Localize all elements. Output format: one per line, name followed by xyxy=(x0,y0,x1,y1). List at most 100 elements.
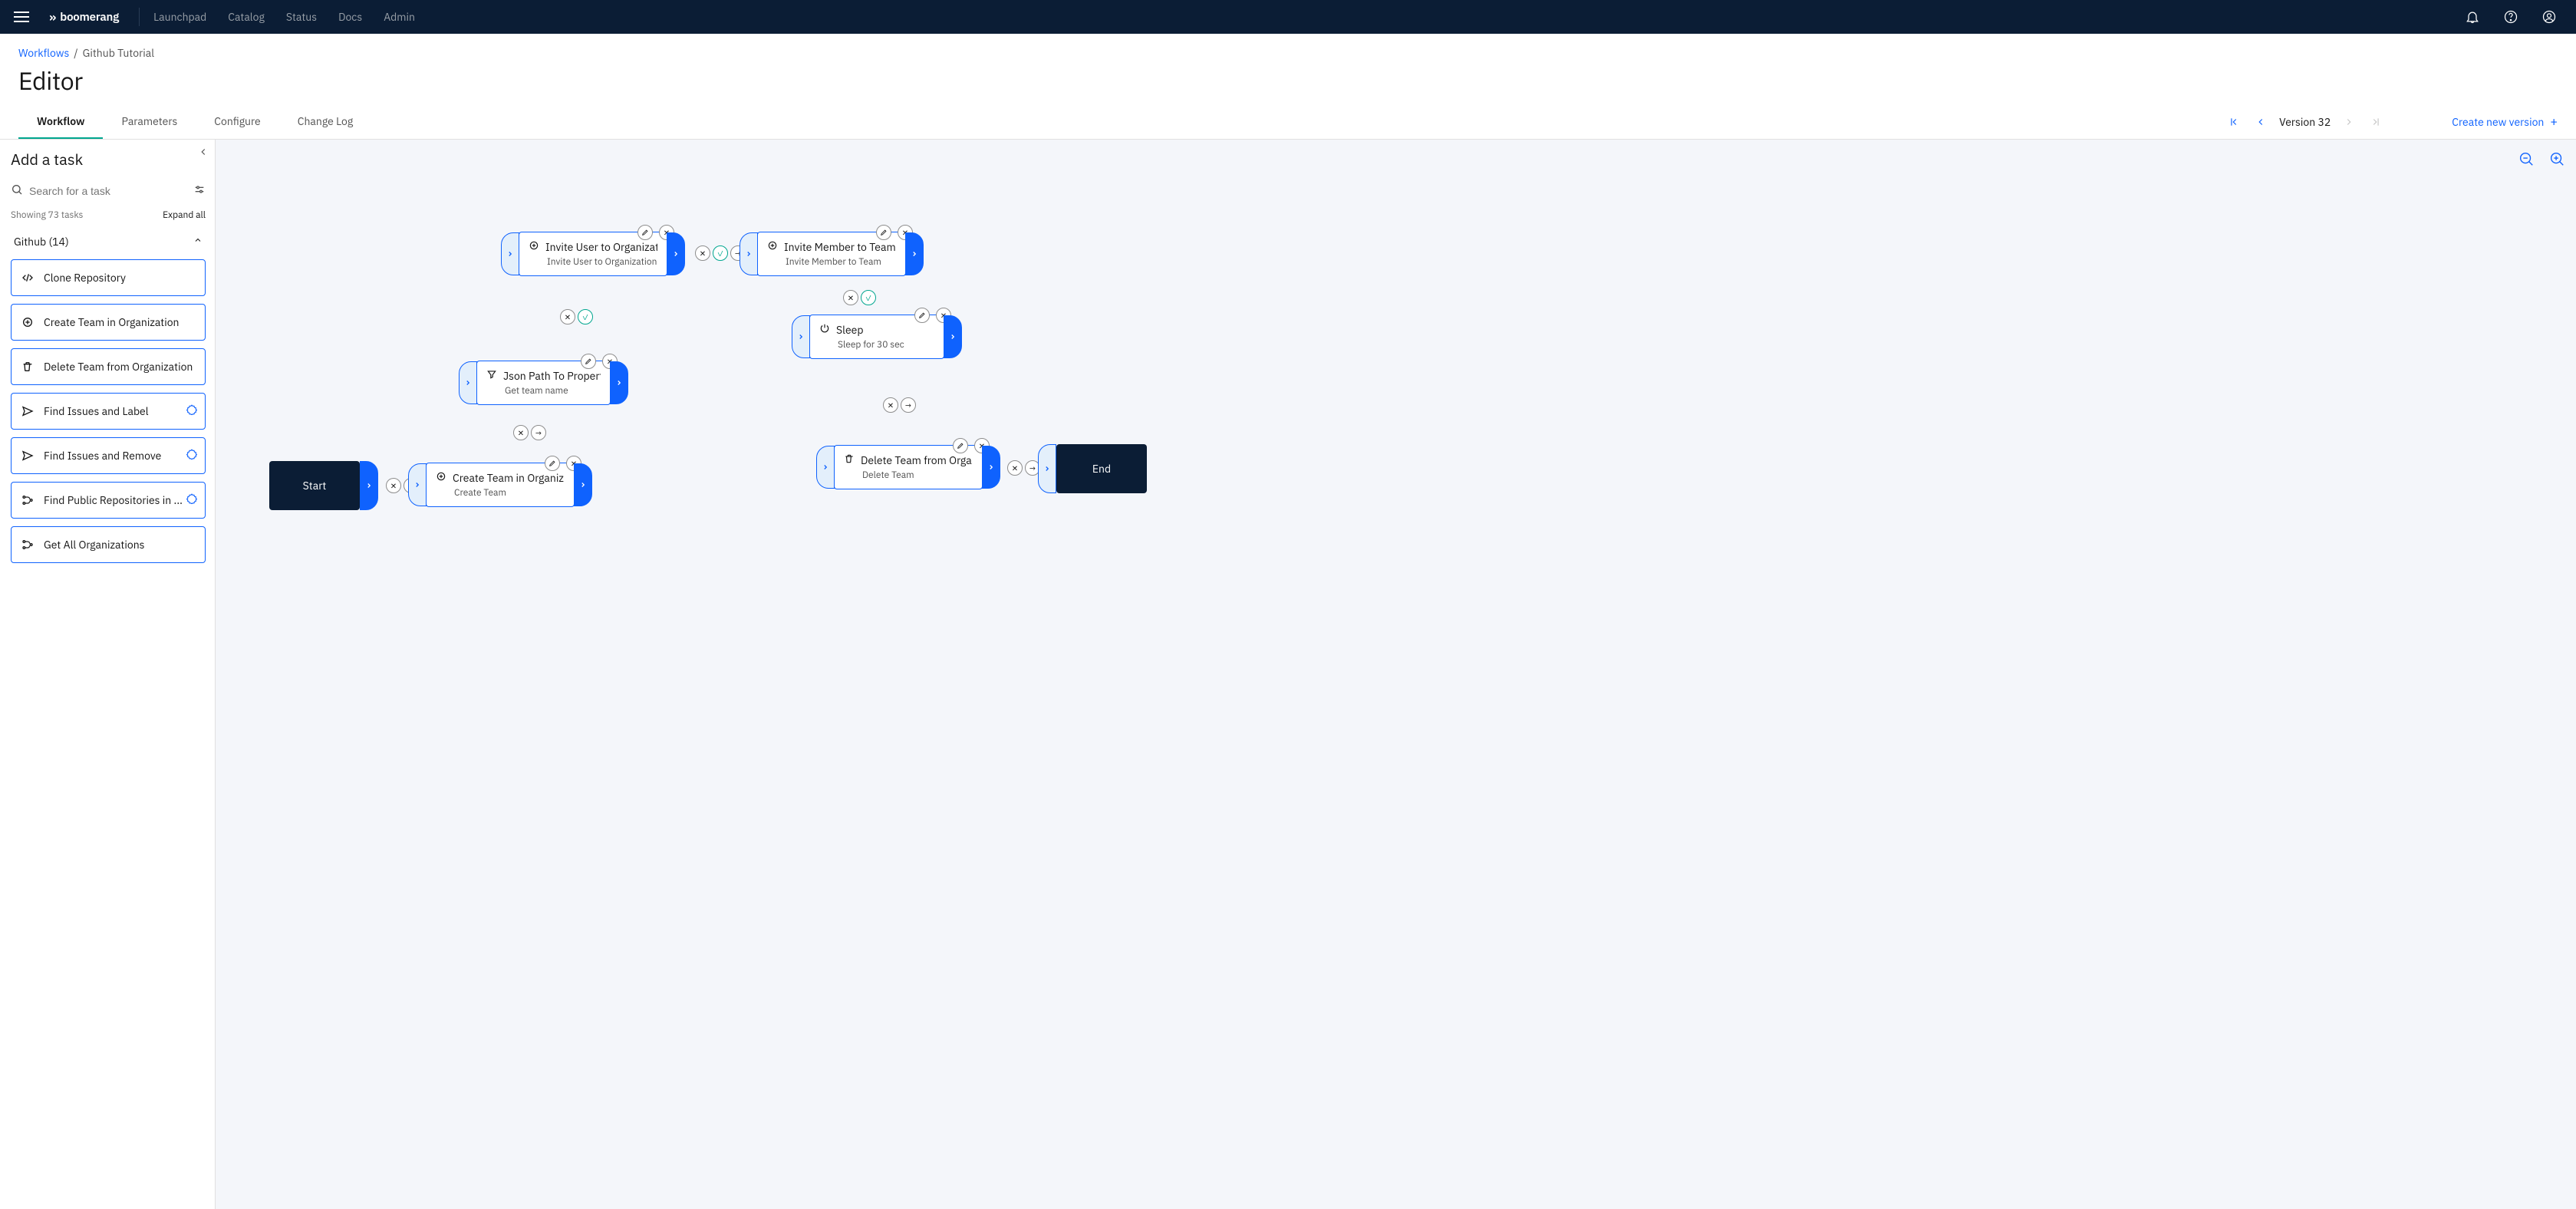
task-label: Delete Team from Organization xyxy=(44,360,193,374)
task-label: Find Issues and Remove xyxy=(44,449,161,463)
port-out[interactable] xyxy=(360,461,378,510)
nav-link-docs[interactable]: Docs xyxy=(338,10,362,24)
brand[interactable]: » boomerang xyxy=(43,8,125,25)
add-circle-icon xyxy=(529,240,539,254)
tab-workflow[interactable]: Workflow xyxy=(18,104,103,139)
create-version-button[interactable]: Create new version + xyxy=(2452,114,2558,130)
node-invite-org[interactable]: ✕ Invite User to Organizat... Invite Use… xyxy=(519,232,667,276)
task-label: Find Public Repositories in ... xyxy=(44,493,183,507)
node-edit-button[interactable] xyxy=(545,456,560,471)
link-ctrl-inviteorg-inviteteam: ✕ ✓ → xyxy=(695,245,746,261)
account-button[interactable] xyxy=(2535,2,2564,31)
nav-link-admin[interactable]: Admin xyxy=(384,10,415,24)
notifications-button[interactable] xyxy=(2458,2,2487,31)
link-success-button[interactable]: ✓ xyxy=(578,309,593,324)
node-start[interactable]: Start xyxy=(269,461,360,510)
link-delete-button[interactable]: ✕ xyxy=(513,425,529,440)
node-end-label: End xyxy=(1092,462,1111,476)
link-success-button[interactable]: ✓ xyxy=(713,245,728,261)
port-out[interactable] xyxy=(982,446,1000,489)
port-out[interactable] xyxy=(905,232,924,275)
skip-forward-icon xyxy=(2370,117,2380,127)
zoom-in-button[interactable] xyxy=(2548,150,2565,167)
node-edit-button[interactable] xyxy=(637,225,653,240)
link-delete-button[interactable]: ✕ xyxy=(883,397,898,413)
node-sleep[interactable]: ✕ Sleep Sleep for 30 sec xyxy=(809,315,944,359)
task-item-find-issues-label[interactable]: Find Issues and Label xyxy=(11,393,206,430)
version-prev-button[interactable] xyxy=(2253,117,2268,127)
nav-link-status[interactable]: Status xyxy=(286,10,317,24)
nav-links: Launchpad Catalog Status Docs Admin xyxy=(153,10,415,24)
workflow-canvas[interactable]: Start ✕ → ✕ Create Team in Organiz... Cr… xyxy=(216,140,2576,1209)
node-create-team[interactable]: ✕ Create Team in Organiz... Create Team xyxy=(426,463,575,507)
node-invite-team[interactable]: ✕ Invite Member to Team Invite Member to… xyxy=(757,232,906,276)
port-in[interactable] xyxy=(816,446,835,489)
zoom-out-button[interactable] xyxy=(2518,150,2535,167)
hamburger-button[interactable] xyxy=(6,2,37,32)
filter-settings-button[interactable] xyxy=(193,183,206,199)
node-edit-button[interactable] xyxy=(953,438,968,453)
sidebar-search xyxy=(11,180,206,202)
zoom-in-icon xyxy=(2548,150,2565,167)
create-version-label: Create new version xyxy=(2452,115,2544,129)
port-in[interactable] xyxy=(501,232,519,275)
node-edit-button[interactable] xyxy=(914,308,930,323)
expand-all-button[interactable]: Expand all xyxy=(163,209,206,221)
help-button[interactable] xyxy=(2496,2,2525,31)
port-in[interactable] xyxy=(792,315,810,358)
node-json-path[interactable]: ✕ Json Path To Property Get team name xyxy=(476,361,611,405)
task-item-create-team[interactable]: Create Team in Organization xyxy=(11,304,206,341)
port-out[interactable] xyxy=(610,361,628,404)
nav-link-catalog[interactable]: Catalog xyxy=(228,10,265,24)
task-label: Find Issues and Label xyxy=(44,404,149,418)
search-input[interactable] xyxy=(11,180,187,202)
help-icon xyxy=(2503,9,2518,25)
task-item-find-issues-remove[interactable]: Find Issues and Remove xyxy=(11,437,206,474)
version-first-button[interactable] xyxy=(2227,117,2242,127)
port-out[interactable] xyxy=(574,463,592,506)
link-ctrl-sleep-delete: ✕ → xyxy=(883,397,916,413)
link-delete-button[interactable]: ✕ xyxy=(560,309,575,324)
filter-icon xyxy=(486,369,497,383)
body: Add a task Showing 73 tasks Expand all G… xyxy=(0,140,2576,1209)
task-sidebar: Add a task Showing 73 tasks Expand all G… xyxy=(0,140,216,1209)
task-item-clone-repository[interactable]: Clone Repository xyxy=(11,259,206,296)
port-out[interactable] xyxy=(944,315,962,358)
task-item-get-all-orgs[interactable]: Get All Organizations xyxy=(11,526,206,563)
tab-parameters[interactable]: Parameters xyxy=(103,104,196,139)
task-label: Clone Repository xyxy=(44,271,126,285)
verified-badge-icon xyxy=(186,449,197,463)
link-continue-button[interactable]: → xyxy=(531,425,546,440)
node-edit-button[interactable] xyxy=(876,225,891,240)
port-in[interactable] xyxy=(408,463,427,506)
page-title: Editor xyxy=(18,64,2558,97)
sidebar-category-github[interactable]: Github (14) xyxy=(11,229,206,255)
chevron-left-icon xyxy=(2255,117,2266,127)
breadcrumb-root[interactable]: Workflows xyxy=(18,46,69,60)
nav-link-launchpad[interactable]: Launchpad xyxy=(153,10,206,24)
link-delete-button[interactable]: ✕ xyxy=(1007,460,1023,476)
node-delete-team[interactable]: ✕ Delete Team from Orga... Delete Team xyxy=(834,445,983,489)
version-last-button[interactable] xyxy=(2367,117,2383,127)
brand-text: boomerang xyxy=(60,10,119,25)
port-out[interactable] xyxy=(667,232,685,275)
port-in[interactable] xyxy=(740,232,758,275)
brand-logo-icon: » xyxy=(49,8,55,25)
tab-changelog[interactable]: Change Log xyxy=(279,104,371,139)
task-item-delete-team[interactable]: Delete Team from Organization xyxy=(11,348,206,385)
category-label: Github (14) xyxy=(14,235,69,249)
task-item-find-public-repos[interactable]: Find Public Repositories in ... xyxy=(11,482,206,519)
link-continue-button[interactable]: → xyxy=(901,397,916,413)
link-delete-button[interactable]: ✕ xyxy=(695,245,710,261)
port-in[interactable] xyxy=(1038,444,1056,493)
node-edit-button[interactable] xyxy=(581,354,596,369)
tab-configure[interactable]: Configure xyxy=(196,104,278,139)
version-next-button[interactable] xyxy=(2341,117,2357,127)
link-delete-button[interactable]: ✕ xyxy=(843,290,858,305)
link-delete-button[interactable]: ✕ xyxy=(386,478,401,493)
link-success-button[interactable]: ✓ xyxy=(861,290,876,305)
node-end[interactable]: End xyxy=(1056,444,1147,493)
sidebar-title: Add a task xyxy=(11,149,206,170)
port-in[interactable] xyxy=(459,361,477,404)
sidebar-collapse-button[interactable] xyxy=(198,146,209,161)
